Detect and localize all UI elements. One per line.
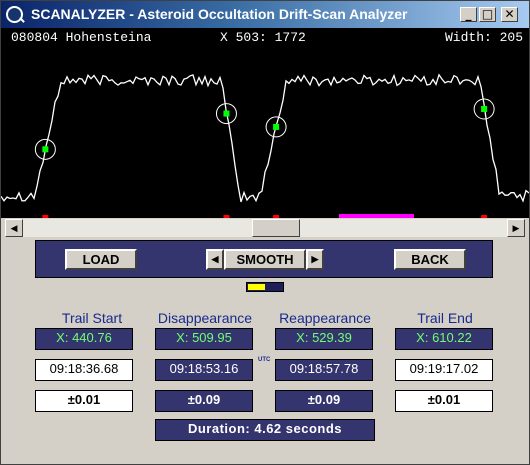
- disappearance-heading: Disappearance: [157, 310, 253, 326]
- reappearance-error: ±0.09: [275, 390, 373, 412]
- trail-start-error: ±0.01: [35, 390, 133, 412]
- duration-highlight-bar: [339, 214, 414, 218]
- close-button[interactable]: ✕: [501, 7, 518, 22]
- station-label: 080804 Hohensteina: [11, 30, 152, 45]
- maximize-button[interactable]: □: [479, 7, 496, 22]
- disappearance-time: 09:18:53.16: [155, 359, 253, 381]
- trail-end-heading: Trail End: [417, 310, 473, 326]
- trail-end-error: ±0.01: [395, 390, 493, 412]
- scrollbar-thumb[interactable]: [252, 219, 300, 237]
- trail-start-tick: [42, 215, 49, 218]
- smooth-decrease-button[interactable]: ◀: [206, 249, 224, 270]
- trail-end-time: 09:19:17.02: [395, 359, 493, 381]
- back-button[interactable]: BACK: [394, 249, 466, 270]
- reappearance-tick: [273, 215, 280, 218]
- reappearance-heading: Reappearance: [279, 310, 371, 326]
- load-button[interactable]: LOAD: [65, 249, 137, 270]
- utc-label: UTC: [258, 357, 271, 363]
- trail-end-x: X: 610.22: [395, 328, 493, 350]
- title-bar[interactable]: SCANALYZER - Asteroid Occultation Drift-…: [1, 1, 529, 28]
- smooth-level-fill: [248, 284, 265, 290]
- minimize-button[interactable]: _: [460, 7, 477, 22]
- lightcurve-plot[interactable]: [1, 28, 529, 218]
- reappearance-marker-dot: [273, 123, 280, 130]
- width-readout: Width: 205: [445, 30, 524, 45]
- disappearance-tick: [223, 215, 230, 218]
- app-window: SCANALYZER - Asteroid Occultation Drift-…: [0, 0, 530, 465]
- disappearance-x: X: 509.95: [155, 328, 253, 350]
- smooth-level-indicator: [246, 282, 284, 292]
- smooth-increase-button[interactable]: ▶: [306, 249, 324, 270]
- disappearance-error: ±0.09: [155, 390, 253, 412]
- smooth-button[interactable]: SMOOTH: [224, 249, 306, 270]
- trail-end-marker-dot: [481, 106, 488, 112]
- trail-start-marker-dot: [42, 146, 49, 153]
- trail-start-x: X: 440.76: [35, 328, 133, 350]
- trail-start-heading: Trail Start: [61, 310, 123, 326]
- horizontal-scrollbar[interactable]: ◀ ▶: [5, 219, 525, 237]
- reappearance-time: 09:18:57.78: [275, 359, 373, 381]
- disappearance-marker-dot: [223, 110, 230, 117]
- trail-start-time: 09:18:36.68: [35, 359, 133, 381]
- cursor-readout: X 503: 1772: [220, 30, 306, 45]
- scan-display[interactable]: 080804 Hohensteina X 503: 1772 Width: 20…: [1, 28, 529, 218]
- duration-readout: Duration: 4.62 seconds: [155, 419, 375, 441]
- scroll-right-arrow-icon[interactable]: ▶: [507, 219, 525, 237]
- control-panel: LOAD ◀ SMOOTH ▶ BACK: [35, 240, 493, 278]
- scroll-left-arrow-icon[interactable]: ◀: [5, 219, 23, 237]
- reappearance-x: X: 529.39: [275, 328, 373, 350]
- magnifier-icon: [6, 6, 23, 23]
- trail-end-tick: [481, 215, 488, 218]
- lightcurve-line: [1, 73, 529, 203]
- window-title: SCANALYZER - Asteroid Occultation Drift-…: [31, 6, 408, 22]
